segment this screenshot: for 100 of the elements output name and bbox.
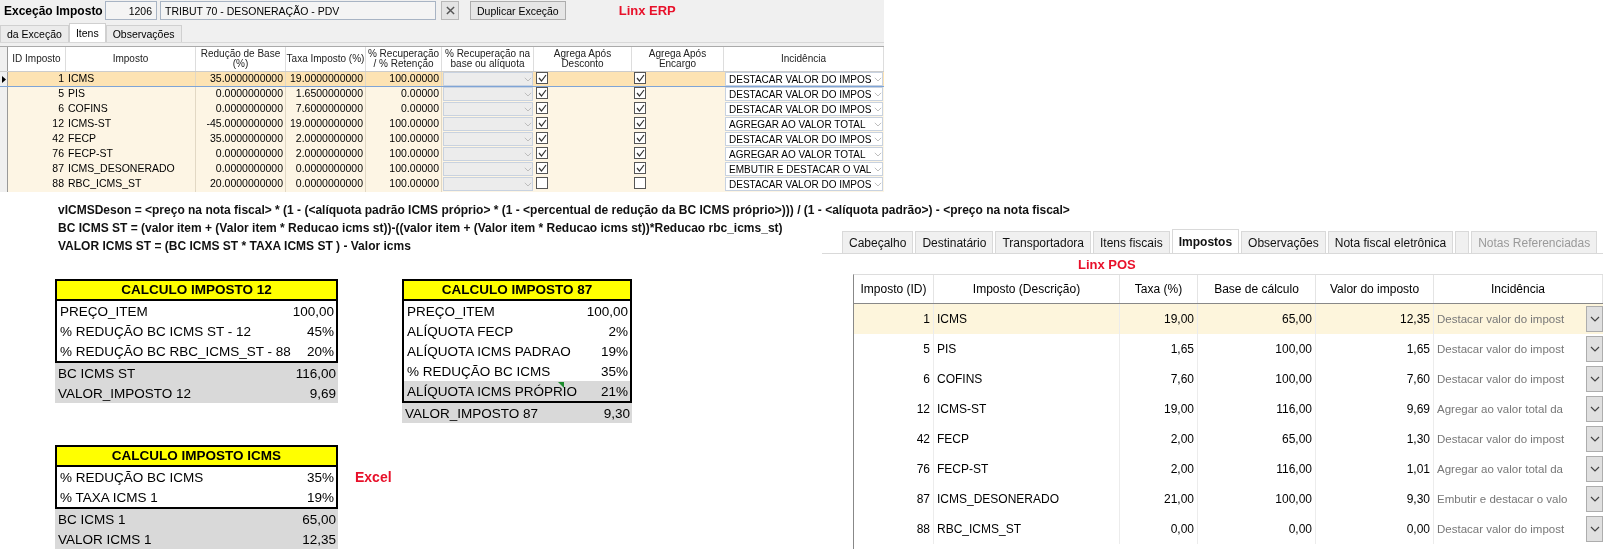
tab[interactable]: Nota fiscal eletrônica: [1327, 231, 1454, 253]
column-header: Valor do imposto: [1316, 275, 1434, 303]
row-label: % REDUÇÃO BC ICMS: [407, 363, 551, 379]
table-title: CALCULO IMPOSTO 12: [57, 281, 336, 301]
tab[interactable]: Destinatário: [915, 231, 994, 253]
table-row[interactable]: 6 COFINS 0.0000000000 7.6000000000 0.00000 DESTACAR VALOR DO IMPOS: [0, 102, 884, 117]
row-label: VALOR_IMPOSTO 12: [58, 385, 192, 401]
incidence-dropdown[interactable]: AGREGAR AO VALOR TOTAL: [725, 117, 883, 131]
table-cell-text: 87: [51, 162, 65, 176]
column-header: Redução de Base (%): [196, 47, 286, 71]
formula-text: BC ICMS ST = (valor item + (Valor item * Reducao icms st))-((valor item + (Valor item * Reducao icms st))*Reducao rbc_icms_st): [57, 220, 784, 237]
table-cell: 0,00: [1198, 514, 1316, 544]
tab[interactable]: da Exceção: [0, 25, 69, 42]
table-row[interactable]: 88 RBC_ICMS_ST 20.0000000000 0.0000000000 100.00000 DESTACAR VALOR DO IMPOS: [0, 177, 884, 192]
incidence-dropdown[interactable]: DESTACAR VALOR DO IMPOS: [725, 102, 883, 116]
table-cell: 100.00000: [366, 72, 442, 86]
table-cell-text: 12: [51, 117, 65, 131]
incidence-dropdown[interactable]: DESTACAR VALOR DO IMPOS: [725, 177, 883, 191]
table-cell: 100.00000: [366, 177, 442, 192]
incidence-dropdown[interactable]: Destacar valor do impost: [1434, 364, 1603, 394]
column-header: Incidência: [1434, 275, 1603, 303]
form-title: Exceção Imposto: [4, 3, 102, 18]
table-cell-text: 88: [51, 177, 65, 191]
column-header: Agrega Após Encargo: [632, 47, 724, 71]
description-field[interactable]: TRIBUT 70 - DESONERAÇÃO - PDV: [160, 1, 436, 20]
row-value: 21%: [600, 383, 628, 399]
tab[interactable]: Observações: [105, 25, 182, 42]
row-value: 9,30: [603, 405, 630, 421]
row-label: BC ICMS 1: [58, 511, 126, 527]
table-row[interactable]: 76 FECP-ST 0.0000000000 2.0000000000 100.00000 AGREGAR AO VALOR TOTAL: [0, 147, 884, 162]
incidence-dropdown[interactable]: Destacar valor do impost: [1434, 514, 1603, 544]
column-header: Incidência: [724, 47, 884, 71]
row-value: 116,00: [295, 365, 336, 381]
table-row[interactable]: 12 ICMS-ST -45.0000000000 19.0000000000 100.00000 AGREGAR AO VALOR TOTAL: [0, 117, 884, 132]
table-cell-text: 1: [57, 72, 65, 86]
tab[interactable]: Observações: [1241, 231, 1326, 253]
row-label: VALOR_IMPOSTO 87: [405, 405, 539, 421]
duplicate-button[interactable]: Duplicar Exceção: [470, 1, 566, 20]
table-row[interactable]: 5 PIS 0.0000000000 1.6500000000 0.00000 DESTACAR VALOR DO IMPOS: [0, 87, 884, 102]
column-header: % Recuperação / % Retenção: [366, 47, 442, 71]
row-label: % REDUÇÃO BC ICMS: [60, 469, 204, 485]
table-cell: 19.0000000000: [286, 72, 366, 86]
column-header: Base de cálculo: [1198, 275, 1316, 303]
row-label: BC ICMS ST: [58, 365, 136, 381]
tab[interactable]: Cabeçalho: [842, 231, 914, 253]
table-title: CALCULO IMPOSTO ICMS: [57, 447, 336, 467]
row-value: 100,00: [292, 303, 334, 319]
column-header: ID Imposto: [8, 47, 66, 71]
incidence-dropdown[interactable]: Destacar valor do impost: [1434, 334, 1603, 364]
row-value: 2%: [608, 323, 628, 339]
incidence-dropdown[interactable]: Agregar ao valor total da: [1434, 454, 1603, 484]
table-row[interactable]: 1 ICMS 19,00 65,00 12,35 Destacar valor do impost: [854, 304, 1603, 334]
row-value: 45%: [306, 323, 334, 339]
incidence-dropdown[interactable]: Destacar valor do impost: [1434, 424, 1603, 454]
incidence-dropdown[interactable]: DESTACAR VALOR DO IMPOS: [725, 132, 883, 146]
table-cell: 0,00: [1316, 514, 1434, 544]
row-label: % REDUÇÃO BC ICMS ST - 12: [60, 323, 252, 339]
incidence-dropdown[interactable]: DESTACAR VALOR DO IMPOS: [725, 72, 883, 86]
tab[interactable]: Transportadora: [995, 231, 1091, 253]
row-label: ALÍQUOTA ICMS PADRAO: [407, 343, 571, 359]
column-header: % Recuperação na base ou alíquota: [442, 47, 534, 71]
incidence-dropdown[interactable]: Destacar valor do impost: [1434, 304, 1603, 334]
row-value: 35%: [306, 469, 334, 485]
table-row[interactable]: 42 FECP 35.0000000000 2.0000000000 100.00000 DESTACAR VALOR DO IMPOS: [0, 132, 884, 147]
table-cell-text: 5: [57, 87, 65, 101]
table-cell: 20.0000000000: [196, 177, 286, 192]
code-field[interactable]: 1206: [105, 1, 157, 20]
incidence-dropdown[interactable]: EMBUTIR E DESTACAR O VAL: [725, 162, 883, 176]
row-label: ALÍQUOTA ICMS PRÓPRIO: [407, 383, 578, 399]
table-cell: 35.0000000000: [196, 72, 286, 86]
column-header: Taxa (%): [1120, 275, 1198, 303]
column-header: Imposto: [66, 47, 196, 71]
row-label: PREÇO_ITEM: [60, 303, 148, 319]
row-label: % REDUÇÃO BC RBC_ICMS_ST - 88: [60, 343, 291, 359]
table-row[interactable]: 1 ICMS 35.0000000000 19.0000000000 100.00000 DESTACAR VALOR DO IMPOS: [0, 72, 884, 87]
tab[interactable]: Itens: [68, 23, 106, 42]
tab[interactable]: Itens fiscais: [1093, 231, 1170, 253]
row-value: 19%: [306, 489, 334, 505]
column-header: Agrega Após Desconto: [534, 47, 632, 71]
row-value: 65,00: [302, 511, 336, 527]
table-cell: 88: [854, 514, 934, 544]
formula-text: vICMSDeson = <preço na nota fiscal> * (1 - (<alíquota padrão ICMS próprio> * (1 - <percentual de redução da BC ICMS próprio>))) / (1 - <alíquota padrão>) - <preço na nota fiscal>: [57, 202, 1071, 219]
caption-label: Linx POS: [1078, 256, 1136, 272]
row-value: 12,35: [302, 531, 336, 547]
table-cell: RBC_ICMS_ST: [66, 177, 196, 192]
incidence-dropdown[interactable]: Agregar ao valor total da: [1434, 394, 1603, 424]
formula-text: VALOR ICMS ST = (BC ICMS ST * TAXA ICMS ST ) - Valor icms: [57, 238, 412, 255]
table-cell-text: 6: [57, 102, 65, 116]
caption-label: Excel: [355, 469, 393, 485]
tab[interactable]: Impostos: [1171, 229, 1240, 253]
incidence-dropdown[interactable]: DESTACAR VALOR DO IMPOS: [725, 87, 883, 101]
row-value: 9,69: [309, 385, 336, 401]
incidence-dropdown[interactable]: AGREGAR AO VALOR TOTAL: [725, 147, 883, 161]
table-row[interactable]: 87 ICMS_DESONERADO 0.0000000000 0.0000000000 100.00000 EMBUTIR E DESTACAR O VAL: [0, 162, 884, 177]
incidence-dropdown[interactable]: Embutir e destacar o valo: [1434, 484, 1603, 514]
column-header: Taxa Imposto (%): [286, 47, 366, 71]
table-cell-text: 76: [51, 147, 65, 161]
table-cell: 0.0000000000: [286, 177, 366, 192]
row-value: 20%: [306, 343, 334, 359]
column-header: Imposto (ID): [854, 275, 934, 303]
